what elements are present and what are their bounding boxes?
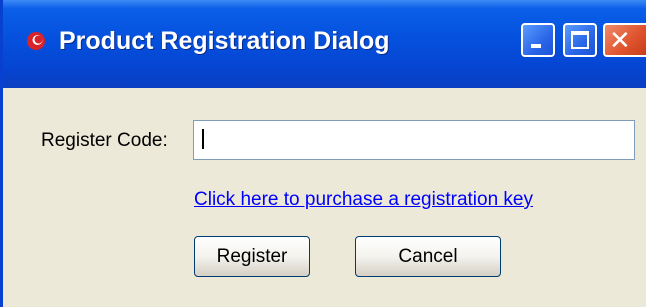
app-logo-icon bbox=[27, 32, 45, 50]
minimize-icon bbox=[531, 44, 541, 48]
close-button[interactable]: ✕ bbox=[603, 23, 646, 57]
maximize-button[interactable] bbox=[563, 23, 597, 57]
purchase-key-link[interactable]: Click here to purchase a registration ke… bbox=[194, 189, 533, 211]
minimize-button[interactable] bbox=[521, 23, 555, 57]
window-title: Product Registration Dialog bbox=[59, 27, 390, 55]
close-icon: ✕ bbox=[609, 26, 631, 56]
cancel-button[interactable]: Cancel bbox=[355, 236, 501, 277]
register-code-input[interactable] bbox=[193, 120, 635, 160]
title-bar[interactable]: Product Registration Dialog ✕ bbox=[3, 0, 646, 88]
maximize-icon bbox=[571, 31, 589, 49]
register-code-label: Register Code: bbox=[41, 130, 168, 151]
register-button[interactable]: Register bbox=[194, 236, 310, 277]
dialog-window: Product Registration Dialog ✕ Register C… bbox=[0, 0, 646, 307]
